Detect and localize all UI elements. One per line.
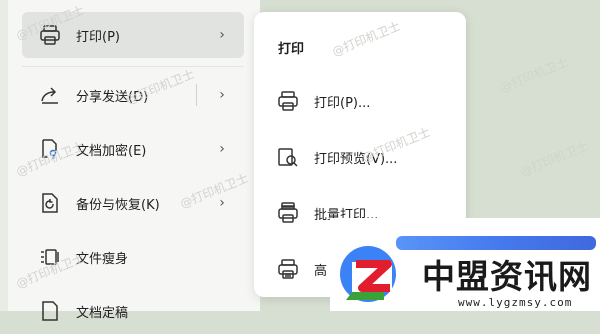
menu-item-label: 打印(P)	[76, 29, 120, 45]
submenu-item-print-preview[interactable]: 打印预览(V)...	[276, 142, 397, 172]
menu-item-backup[interactable]: 备份与恢复(K) ›	[22, 180, 244, 226]
backup-icon	[38, 191, 62, 215]
split-separator	[196, 84, 197, 106]
printer-icon	[38, 23, 62, 47]
panel-edge	[0, 0, 8, 311]
logo-blurred-banner	[396, 236, 596, 250]
site-logo: 中盟资讯网 www.lygzmsy.com	[330, 218, 600, 311]
logo-url: www.lygzmsy.com	[458, 296, 573, 309]
menu-item-print[interactable]: 打印(P) ›	[22, 12, 244, 58]
logo-name: 中盟资讯网	[422, 257, 592, 296]
chevron-right-icon: ›	[219, 87, 225, 103]
menu-item-encrypt[interactable]: 文档加密(E) ›	[22, 126, 244, 172]
menu-item-compress[interactable]: 文件瘦身	[22, 234, 244, 280]
document-finalize-icon	[38, 299, 62, 323]
submenu-item-label: 打印(P)...	[314, 95, 371, 111]
watermark: @打印机卫士	[498, 54, 571, 95]
file-menu-panel: 打印(P) › 分享发送(D) › 文档加密(E) › 备份与恢复(K) › 文…	[0, 0, 260, 321]
printer-advanced-icon	[276, 257, 300, 281]
printer-icon	[276, 89, 300, 113]
watermark: @打印机卫士	[518, 138, 591, 179]
chevron-right-icon: ›	[219, 141, 225, 157]
submenu-title: 打印	[278, 42, 305, 57]
chevron-right-icon: ›	[219, 27, 225, 43]
chevron-right-icon: ›	[219, 195, 225, 211]
file-compress-icon	[38, 245, 62, 269]
logo-mark-icon	[340, 246, 396, 302]
menu-item-share[interactable]: 分享发送(D) ›	[22, 72, 244, 118]
menu-item-label: 文档定稿	[76, 305, 129, 321]
submenu-item-label: 高	[314, 263, 328, 279]
menu-item-finalize[interactable]: 文档定稿	[22, 288, 244, 334]
menu-item-label: 文件瘦身	[76, 251, 129, 267]
submenu-item-label: 打印预览(V)...	[314, 151, 398, 167]
menu-item-label: 分享发送(D)	[76, 89, 149, 105]
share-icon	[38, 83, 62, 107]
print-preview-icon	[276, 145, 300, 169]
document-lock-icon	[38, 137, 62, 161]
divider	[22, 66, 244, 67]
menu-item-label: 文档加密(E)	[76, 143, 147, 159]
batch-print-icon	[276, 201, 300, 225]
submenu-item-print[interactable]: 打印(P)...	[276, 86, 370, 116]
submenu-item-advanced[interactable]: 高	[276, 254, 327, 284]
menu-item-label: 备份与恢复(K)	[76, 197, 160, 213]
